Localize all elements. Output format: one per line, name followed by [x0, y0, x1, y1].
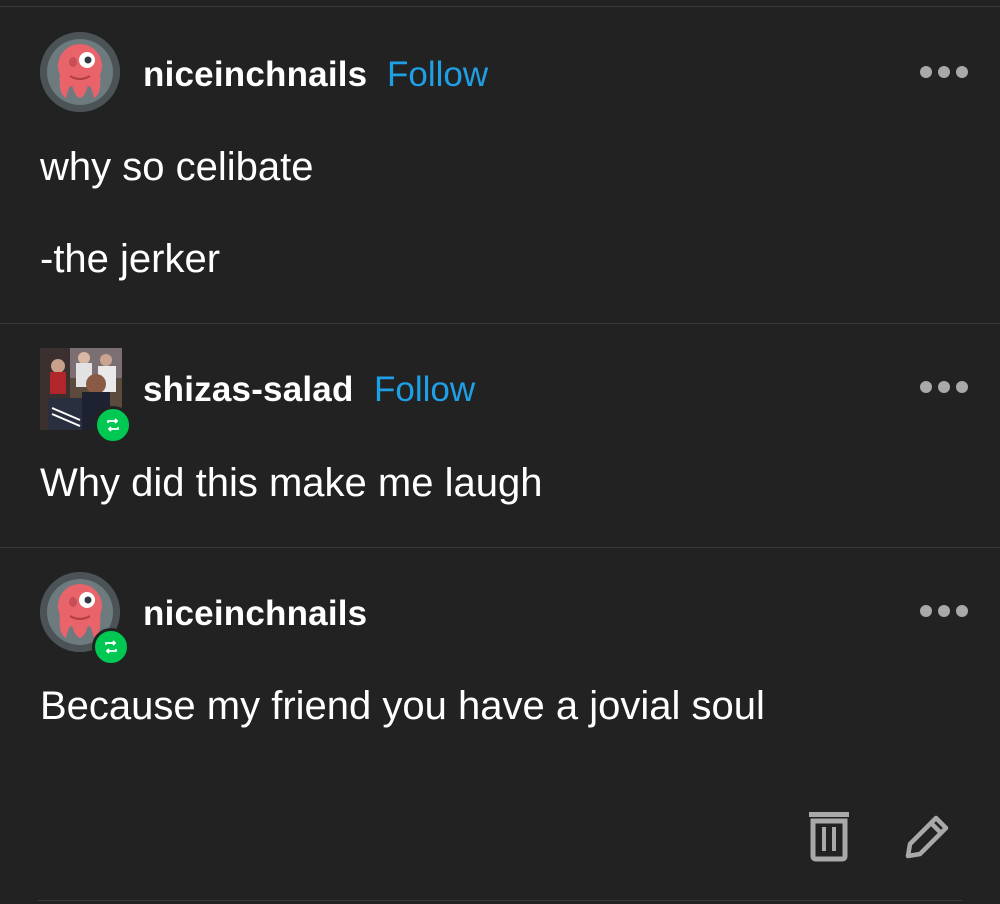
dot-icon [956, 381, 968, 393]
bottom-divider [38, 900, 962, 901]
username[interactable]: niceinchnails [143, 594, 367, 634]
post-text: Why did this make me laugh [40, 461, 543, 505]
avatar[interactable] [40, 348, 132, 444]
reblog-thread: niceinchnails Follow why so celibate -th… [0, 0, 1000, 904]
dot-icon [938, 605, 950, 617]
username[interactable]: shizas-salad [143, 370, 354, 410]
trash-icon[interactable] [806, 810, 852, 867]
dot-icon [938, 381, 950, 393]
more-options-button[interactable] [919, 377, 969, 397]
dot-icon [956, 605, 968, 617]
post-text: -the jerker [40, 237, 221, 281]
more-options-button[interactable] [919, 601, 969, 621]
dot-icon [938, 66, 950, 78]
post-text: Because my friend you have a jovial soul [40, 684, 765, 728]
pencil-icon[interactable] [900, 810, 954, 869]
dot-icon [920, 605, 932, 617]
post-reblog: shizas-salad Follow Why did this make me… [0, 324, 1000, 547]
reblog-icon [94, 406, 132, 444]
follow-button[interactable]: Follow [374, 370, 475, 410]
dot-icon [920, 66, 932, 78]
pink-octopus-avatar-icon [40, 32, 120, 112]
avatar[interactable] [40, 32, 124, 116]
dot-icon [956, 66, 968, 78]
post-text: why so celibate [40, 145, 314, 189]
more-options-button[interactable] [919, 62, 969, 82]
avatar[interactable] [40, 572, 130, 666]
post-reply: niceinchnails Because my friend you have… [0, 548, 1000, 900]
username[interactable]: niceinchnails [143, 55, 367, 95]
dot-icon [920, 381, 932, 393]
post-original: niceinchnails Follow why so celibate -th… [0, 0, 1000, 323]
reblog-icon [92, 628, 130, 666]
follow-button[interactable]: Follow [387, 55, 488, 95]
